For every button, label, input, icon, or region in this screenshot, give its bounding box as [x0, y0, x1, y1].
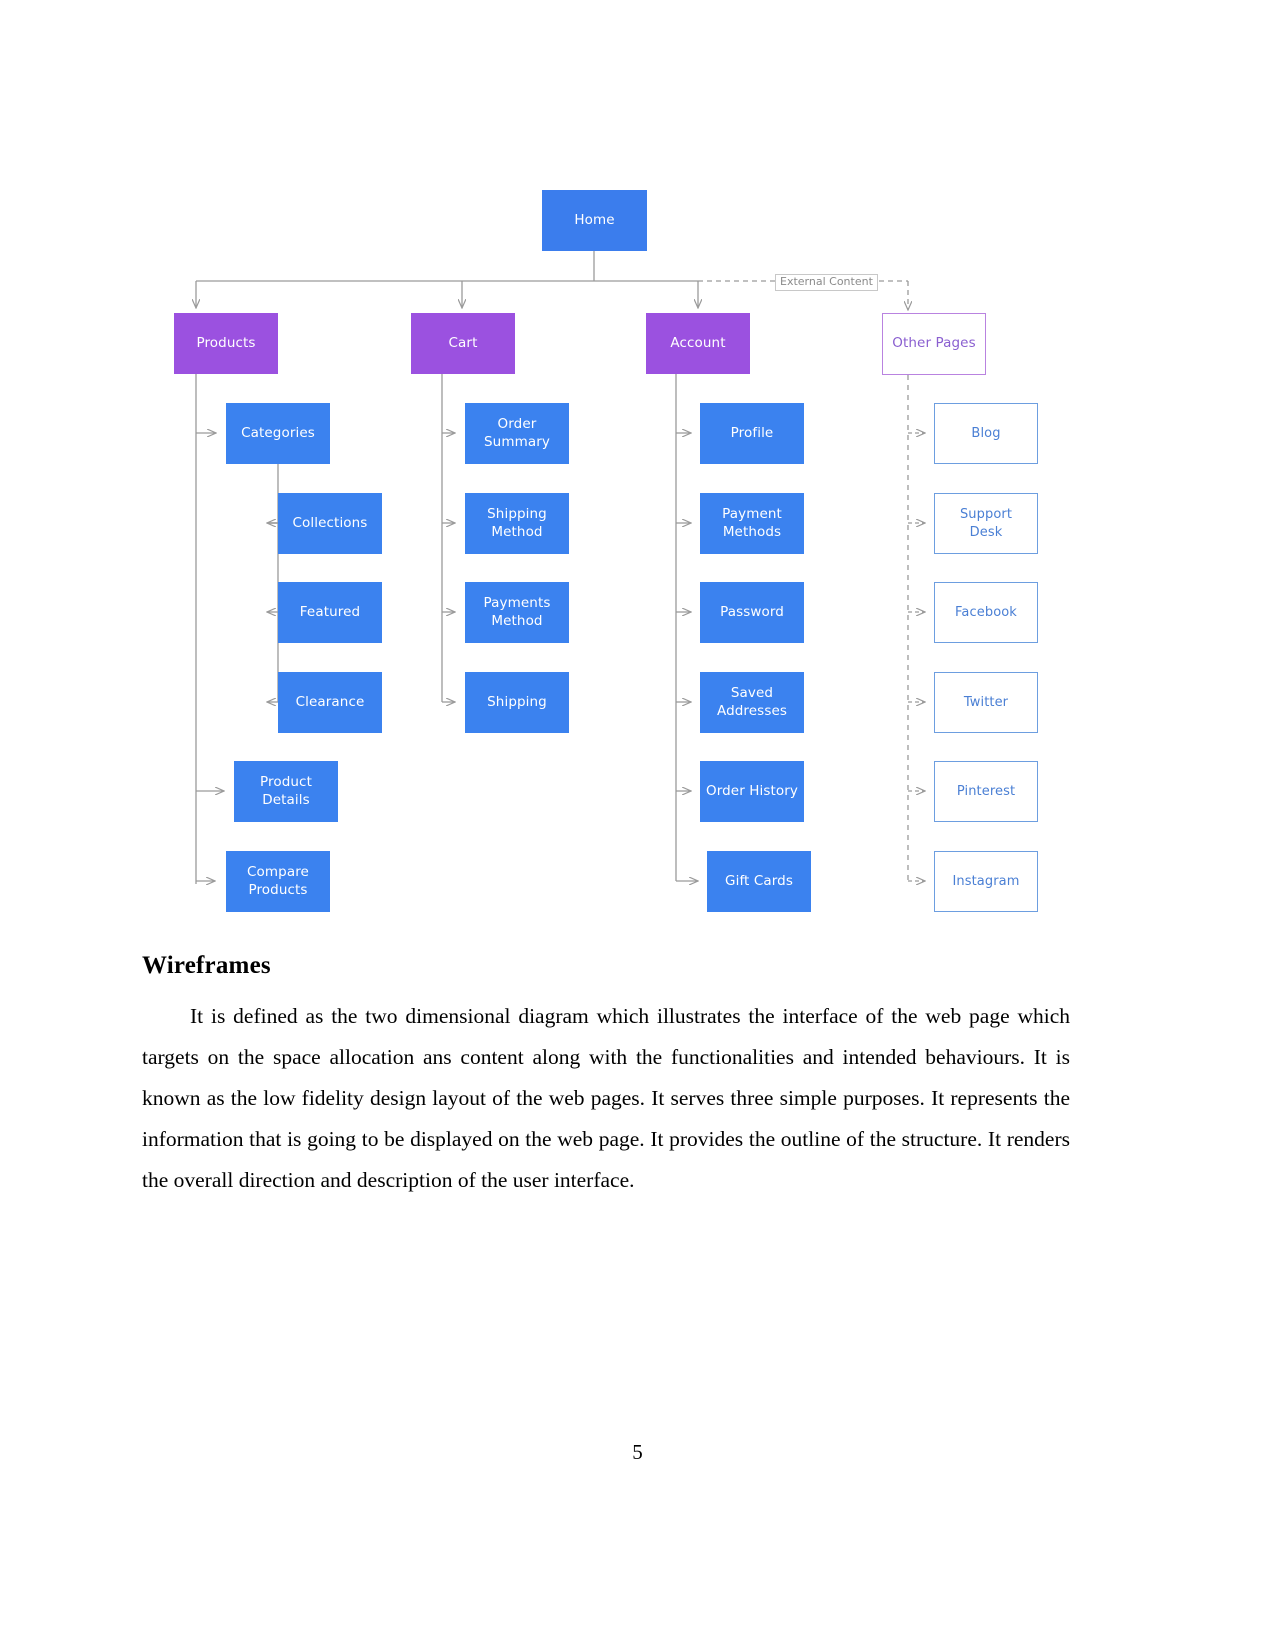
node-categories[interactable]: Categories: [226, 403, 330, 464]
node-cart[interactable]: Cart: [411, 313, 515, 374]
diagram-connectors: [0, 251, 1275, 950]
page-number: 5: [632, 1440, 643, 1464]
node-payments-method[interactable]: Payments Method: [465, 582, 569, 643]
node-support-desk[interactable]: Support Desk: [934, 493, 1038, 554]
node-instagram[interactable]: Instagram: [934, 851, 1038, 912]
node-products[interactable]: Products: [174, 313, 278, 374]
node-featured[interactable]: Featured: [278, 582, 382, 643]
node-shipping-method[interactable]: Shipping Method: [465, 493, 569, 554]
node-product-details[interactable]: Product Details: [234, 761, 338, 822]
node-blog[interactable]: Blog: [934, 403, 1038, 464]
page-title: Wireframes: [142, 952, 271, 979]
node-home[interactable]: Home: [542, 190, 647, 251]
node-account[interactable]: Account: [646, 313, 750, 374]
node-payment-methods[interactable]: Payment Methods: [700, 493, 804, 554]
body-paragraph: It is defined as the two dimensional dia…: [142, 1004, 1070, 1192]
node-pinterest[interactable]: Pinterest: [934, 761, 1038, 822]
node-order-history[interactable]: Order History: [700, 761, 804, 822]
node-facebook[interactable]: Facebook: [934, 582, 1038, 643]
node-twitter[interactable]: Twitter: [934, 672, 1038, 733]
node-shipping[interactable]: Shipping: [465, 672, 569, 733]
sitemap-diagram: Home External Content Products Categorie…: [0, 0, 1275, 950]
node-order-summary[interactable]: Order Summary: [465, 403, 569, 464]
node-compare-products[interactable]: Compare Products: [226, 851, 330, 912]
node-gift-cards[interactable]: Gift Cards: [707, 851, 811, 912]
node-clearance[interactable]: Clearance: [278, 672, 382, 733]
node-password[interactable]: Password: [700, 582, 804, 643]
node-other-pages[interactable]: Other Pages: [882, 313, 986, 375]
edge-label-external-content: External Content: [775, 274, 878, 292]
node-saved-addresses[interactable]: Saved Addresses: [700, 672, 804, 733]
node-collections[interactable]: Collections: [278, 493, 382, 554]
document-body: Wireframes It is defined as the two dime…: [142, 952, 1070, 1201]
node-profile[interactable]: Profile: [700, 403, 804, 464]
